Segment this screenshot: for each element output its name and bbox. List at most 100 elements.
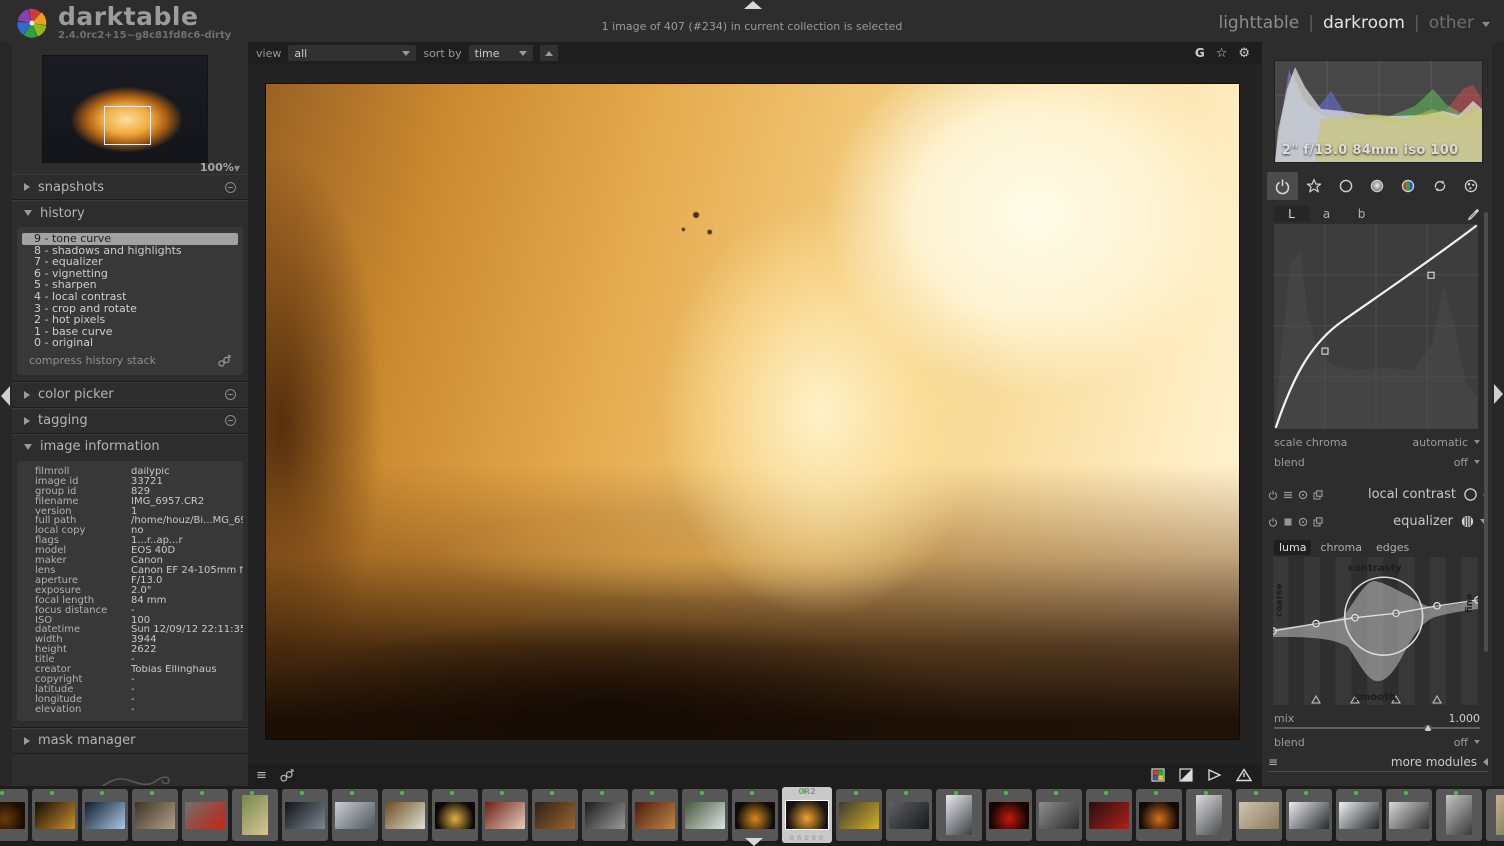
history-item[interactable]: 0 - original — [22, 337, 238, 349]
more-modules-label[interactable]: more modules — [1278, 755, 1483, 769]
collapse-right-panel-handle[interactable] — [1494, 384, 1503, 404]
tone-curve-tab-a[interactable]: a — [1309, 206, 1344, 222]
equalizer-title[interactable]: equalizer — [1328, 514, 1455, 529]
overexposed-warning-icon[interactable] — [1236, 768, 1252, 782]
collapse-left-panel-handle[interactable] — [1, 386, 10, 406]
filmstrip-thumbnail[interactable] — [282, 789, 328, 841]
filmstrip-thumbnail[interactable] — [732, 789, 778, 841]
filmstrip-thumbnail[interactable] — [0, 789, 28, 841]
mix-slider-track[interactable] — [1274, 727, 1480, 729]
filmstrip-thumbnail[interactable] — [1486, 789, 1504, 841]
filmstrip-thumbnail[interactable] — [1436, 789, 1482, 841]
color-picker-eyedropper-icon[interactable] — [1467, 208, 1480, 221]
filmstrip-thumbnail[interactable] — [82, 789, 128, 841]
filmstrip-thumbnail[interactable] — [182, 789, 228, 841]
main-image-canvas[interactable] — [265, 83, 1240, 740]
mix-slider-thumb[interactable] — [1424, 725, 1432, 731]
filmstrip-thumbnail[interactable] — [432, 789, 478, 841]
snapshots-header[interactable]: snapshots — [12, 175, 248, 199]
view-filter-value[interactable]: all — [294, 47, 394, 60]
histogram[interactable]: 2" f/13.0 84mm iso 100 — [1274, 60, 1483, 163]
group-basic[interactable] — [1330, 172, 1361, 200]
sort-by-select[interactable]: time — [469, 45, 533, 61]
presets-icon[interactable] — [1283, 517, 1293, 527]
scale-chroma-value[interactable]: automatic — [1412, 436, 1468, 449]
filmstrip-thumbnail[interactable] — [886, 789, 932, 841]
filmstrip-thumbnail[interactable] — [532, 789, 578, 841]
filmstrip-thumbnail[interactable] — [986, 789, 1032, 841]
filmstrip-thumbnail[interactable] — [132, 789, 178, 841]
filmstrip-thumbnail[interactable] — [632, 789, 678, 841]
presets-icon[interactable] — [1283, 490, 1293, 500]
filmstrip-menu-icon[interactable]: ≡ — [256, 768, 267, 783]
group-effect[interactable] — [1456, 172, 1487, 200]
view-link-other[interactable]: other — [1429, 13, 1474, 33]
filmstrip-thumbnail[interactable] — [1236, 789, 1282, 841]
presets-icon[interactable] — [225, 415, 236, 426]
filmstrip-thumbnail[interactable] — [382, 789, 428, 841]
filmstrip-thumbnail[interactable] — [1136, 789, 1182, 841]
expand-icon[interactable] — [1483, 758, 1488, 766]
tone-curve-graph[interactable] — [1274, 224, 1478, 429]
power-icon[interactable] — [1268, 517, 1278, 527]
mix-value[interactable]: 1.000 — [1449, 712, 1481, 725]
grouping-toggle-icon[interactable]: G — [1195, 46, 1205, 60]
tone-curve-tab-L[interactable]: L — [1274, 206, 1309, 222]
filmstrip-thumbnail-selected[interactable]: CR2☆☆☆☆☆ — [782, 787, 832, 843]
equalizer-tab-edges[interactable]: edges — [1371, 540, 1414, 555]
group-active-modules[interactable] — [1267, 172, 1298, 200]
multi-instance-icon[interactable] — [1313, 490, 1323, 500]
filmstrip-thumbnail[interactable] — [936, 789, 982, 841]
filmstrip-thumbnail[interactable] — [1036, 789, 1082, 841]
mix-slider[interactable] — [1274, 725, 1480, 731]
navigation-viewport-rect[interactable] — [104, 106, 152, 145]
filmstrip-thumbnail[interactable] — [1186, 789, 1232, 841]
color-picker-header[interactable]: color picker — [12, 383, 248, 407]
filmstrip-thumbnail[interactable] — [682, 789, 728, 841]
filmstrip-thumbnail[interactable] — [582, 789, 628, 841]
equalizer-tab-luma[interactable]: luma — [1274, 540, 1311, 555]
reset-icon[interactable] — [1298, 490, 1308, 500]
styles-icon[interactable] — [279, 768, 294, 783]
filmstrip-thumbnail[interactable] — [232, 789, 278, 841]
multi-instance-icon[interactable] — [1313, 517, 1323, 527]
views-chevron-icon[interactable] — [1482, 22, 1490, 27]
tagging-header[interactable]: tagging — [12, 409, 248, 433]
group-color[interactable] — [1393, 172, 1424, 200]
reset-icon[interactable] — [1298, 517, 1308, 527]
module-equalizer-header[interactable]: equalizer — [1268, 513, 1488, 530]
filmstrip-thumbnail[interactable] — [332, 789, 378, 841]
sort-by-value[interactable]: time — [475, 47, 511, 60]
view-link-darkroom[interactable]: darkroom — [1323, 13, 1405, 33]
navigation-thumbnail[interactable] — [42, 55, 208, 163]
chevron-down-icon[interactable] — [1474, 460, 1480, 464]
blend-value[interactable]: off — [1454, 736, 1468, 749]
filmstrip-thumbnail[interactable] — [1086, 789, 1132, 841]
view-filter-select[interactable]: all — [288, 45, 416, 61]
chevron-down-icon[interactable] — [1474, 740, 1480, 744]
compress-history-label[interactable]: compress history stack — [29, 354, 217, 367]
collapse-top-panel-handle[interactable] — [744, 1, 762, 9]
history-item[interactable]: 2 - hot pixels — [22, 314, 238, 326]
sort-direction-button[interactable] — [540, 45, 558, 61]
equalizer-tab-chroma[interactable]: chroma — [1315, 540, 1367, 555]
gamut-check-icon[interactable] — [1151, 768, 1165, 782]
right-panel-scrollbar[interactable] — [1484, 212, 1488, 652]
filmstrip-thumbnail[interactable] — [482, 789, 528, 841]
presets-icon[interactable] — [225, 389, 236, 400]
mask-manager-header[interactable]: mask manager — [12, 729, 248, 753]
blend-value[interactable]: off — [1454, 456, 1468, 469]
group-tone[interactable] — [1361, 172, 1392, 200]
filmstrip-thumbnail[interactable] — [1286, 789, 1332, 841]
chevron-down-icon[interactable] — [1474, 440, 1480, 444]
filmstrip-thumbnail[interactable] — [32, 789, 78, 841]
raw-overexposed-icon[interactable] — [1207, 768, 1222, 782]
presets-icon[interactable] — [225, 182, 236, 193]
module-local-contrast-header[interactable]: local contrast — [1268, 486, 1488, 503]
group-correct[interactable] — [1424, 172, 1455, 200]
create-style-icon[interactable] — [217, 354, 231, 368]
image-information-header[interactable]: image information — [12, 435, 248, 459]
power-icon[interactable] — [1268, 490, 1278, 500]
group-favorites[interactable] — [1298, 172, 1329, 200]
view-link-lighttable[interactable]: lighttable — [1218, 13, 1299, 33]
